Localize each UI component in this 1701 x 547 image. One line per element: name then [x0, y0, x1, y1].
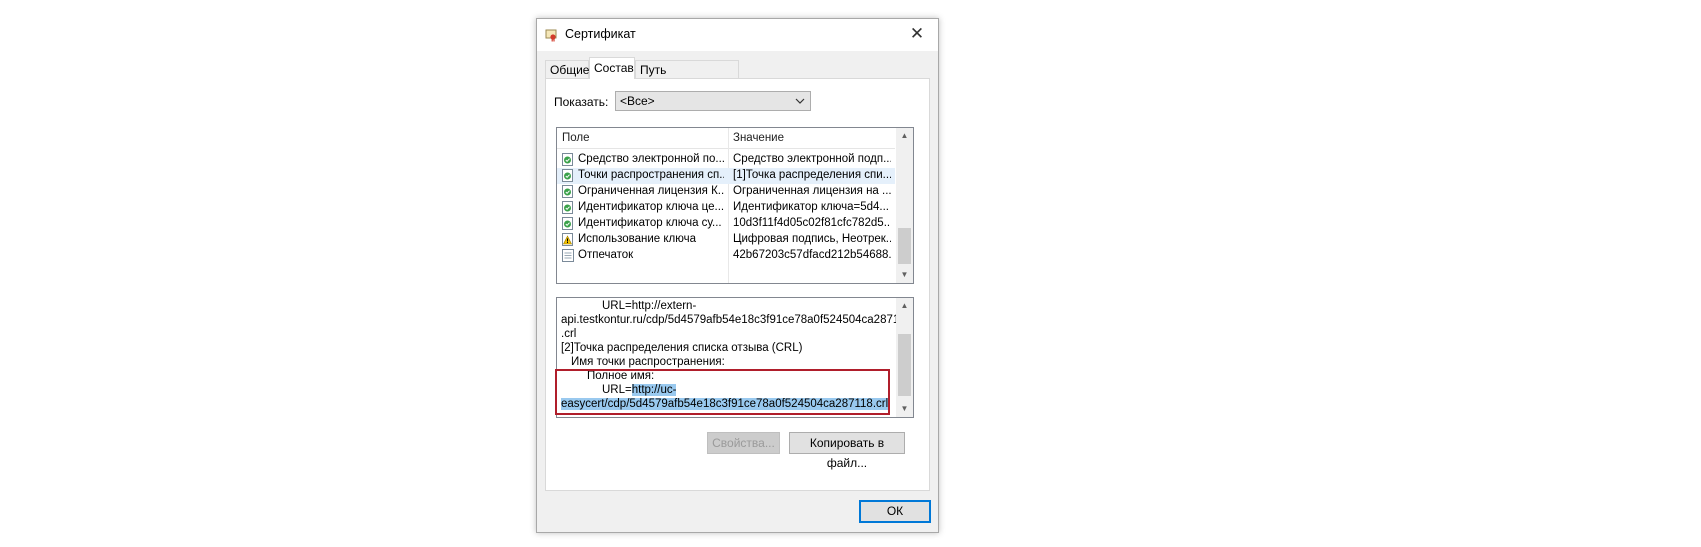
detail-scrollbar[interactable]: ▲ ▼ — [896, 298, 913, 417]
close-icon: ✕ — [909, 24, 925, 43]
detail-line: URL=http://extern- — [602, 300, 697, 312]
field-value: [1]Точка распределения спи... — [733, 169, 891, 181]
scroll-thumb[interactable] — [898, 228, 911, 264]
show-select-value: <Все> — [620, 94, 655, 108]
extension-icon — [562, 153, 573, 166]
extension-icon — [562, 201, 573, 214]
field-value: Ограниченная лицензия на ... — [733, 185, 891, 197]
detail-line: Имя точки распространения: — [571, 356, 725, 368]
detail-line: api.testkontur.ru/cdp/5d4579afb54e18c3f9… — [561, 314, 912, 326]
list-item[interactable]: Идентификатор ключа це... Идентификатор … — [557, 200, 895, 216]
scroll-up-icon[interactable]: ▲ — [896, 128, 913, 144]
field-name: Использование ключа — [578, 233, 696, 245]
field-name: Идентификатор ключа су... — [578, 217, 722, 229]
scroll-down-icon[interactable]: ▼ — [896, 401, 913, 417]
show-select[interactable]: <Все> — [615, 91, 811, 111]
tab-certification-path[interactable]: Путь сертификации — [635, 60, 739, 95]
ok-button[interactable]: ОК — [859, 500, 931, 523]
warning-extension-icon — [562, 233, 573, 246]
properties-button[interactable]: Свойства... — [707, 432, 780, 454]
copy-to-file-button[interactable]: Копировать в файл... — [789, 432, 905, 470]
scroll-thumb[interactable] — [898, 334, 911, 396]
list-header: Поле Значение — [557, 128, 895, 149]
field-name: Точки распространения сп... — [578, 169, 724, 181]
extension-icon — [562, 217, 573, 230]
window-title: Сертификат — [565, 27, 636, 41]
detail-line: [2]Точка распределения списка отзыва (CR… — [561, 342, 803, 354]
scroll-up-icon[interactable]: ▲ — [896, 298, 913, 314]
close-button[interactable]: ✕ — [896, 19, 938, 51]
column-header-value[interactable]: Значение — [733, 132, 784, 144]
list-item[interactable]: Отпечаток 42b67203c57dfacd212b54688... — [557, 248, 895, 264]
show-label: Показать: — [554, 95, 609, 109]
list-item[interactable]: Использование ключа Цифровая подпись, Не… — [557, 232, 895, 248]
certificate-dialog: Сертификат ✕ Общие Состав Путь сертифика… — [536, 18, 939, 533]
field-name: Идентификатор ключа це... — [578, 201, 724, 213]
chevron-down-icon — [795, 94, 805, 115]
field-value: Цифровая подпись, Неотрек... — [733, 233, 891, 245]
document-icon — [562, 249, 574, 262]
field-value: 42b67203c57dfacd212b54688... — [733, 249, 891, 261]
list-item[interactable]: Идентификатор ключа су... 10d3f11f4d05c0… — [557, 216, 895, 232]
list-item[interactable]: Ограниченная лицензия К... Ограниченная … — [557, 184, 895, 200]
fields-list-scrollbar[interactable]: ▲ ▼ — [896, 128, 913, 283]
field-name: Средство электронной по... — [578, 153, 724, 165]
column-header-field[interactable]: Поле — [562, 132, 590, 144]
fields-list[interactable]: Поле Значение Средство электронной по...… — [556, 127, 914, 284]
highlight-annotation-box — [555, 369, 890, 415]
tab-general[interactable]: Общие — [545, 60, 589, 78]
extension-icon — [562, 169, 573, 182]
certificate-icon — [545, 29, 557, 42]
field-value: Идентификатор ключа=5d4... — [733, 201, 889, 213]
detail-line: .crl — [561, 328, 577, 340]
title-bar: Сертификат ✕ — [537, 19, 938, 51]
extension-icon — [562, 185, 573, 198]
list-item-selected[interactable]: Точки распространения сп... [1]Точка рас… — [557, 168, 895, 184]
field-value: Средство электронной подп... — [733, 153, 891, 165]
field-name: Отпечаток — [578, 249, 634, 261]
field-value: 10d3f11f4d05c02f81cfc782d5... — [733, 217, 891, 229]
list-item[interactable]: Средство электронной по... Средство элек… — [557, 152, 895, 168]
field-name: Ограниченная лицензия К... — [578, 185, 724, 197]
tab-details[interactable]: Состав — [589, 57, 635, 79]
scroll-down-icon[interactable]: ▼ — [896, 267, 913, 283]
